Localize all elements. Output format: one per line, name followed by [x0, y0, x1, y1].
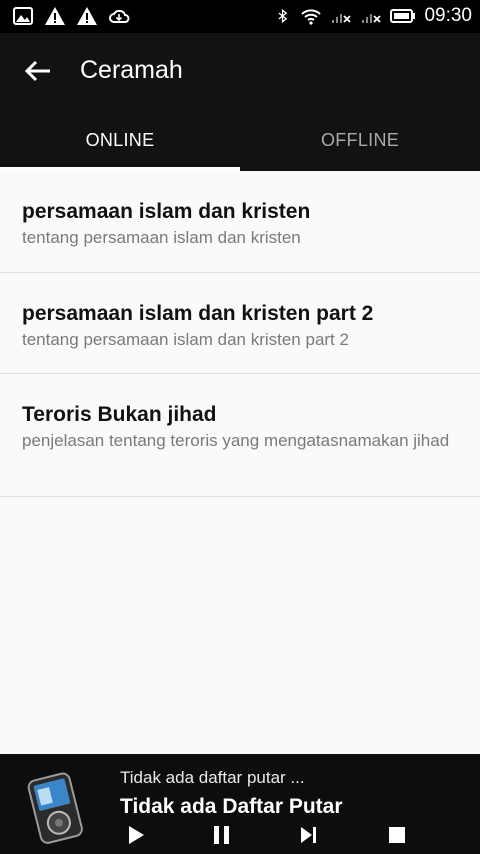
tab-offline[interactable]: OFFLINE	[240, 109, 480, 171]
item-subtitle: tentang persamaan islam dan kristen part…	[22, 330, 349, 349]
play-icon	[129, 826, 144, 844]
stop-icon	[389, 827, 405, 843]
media-player-icon[interactable]	[20, 768, 92, 846]
page-title: Ceramah	[80, 56, 183, 84]
item-subtitle: penjelasan tentang teroris yang mengatas…	[22, 431, 450, 450]
warning-icon	[77, 7, 97, 25]
wifi-icon	[301, 9, 322, 25]
mini-player: Tidak ada daftar putar ... Tidak ada Daf…	[0, 754, 480, 854]
cloud-icon	[109, 9, 130, 23]
stop-button[interactable]	[382, 820, 412, 850]
signal-1-icon	[332, 14, 352, 23]
list-item[interactable]: Teroris Bukan jihad penjelasan tentang t…	[0, 374, 480, 497]
item-subtitle: tentang persamaan islam dan kristen	[22, 228, 301, 247]
player-status-text: Tidak ada daftar putar ...	[120, 768, 305, 787]
lecture-list: persamaan islam dan kristen tentang pers…	[0, 171, 480, 497]
gallery-icon	[13, 7, 33, 25]
skip-next-icon	[301, 827, 316, 843]
tab-bar: ONLINE OFFLINE	[0, 109, 480, 171]
back-button[interactable]	[18, 53, 58, 89]
player-title: Tidak ada Daftar Putar	[120, 795, 343, 818]
item-title: persamaan islam dan kristen part 2	[22, 302, 374, 325]
list-item[interactable]: persamaan islam dan kristen part 2 tenta…	[0, 273, 480, 374]
app-toolbar: Ceramah	[0, 33, 480, 109]
arrow-left-icon	[24, 60, 50, 82]
play-button[interactable]	[121, 820, 151, 850]
item-title: persamaan islam dan kristen	[22, 200, 311, 223]
warning-icon	[45, 7, 65, 25]
tab-online[interactable]: ONLINE	[0, 109, 240, 171]
clock: 09:30	[424, 5, 472, 26]
pause-button[interactable]	[207, 820, 237, 850]
status-bar: 09:30	[0, 0, 480, 33]
bluetooth-icon	[278, 8, 288, 24]
signal-2-icon	[362, 14, 382, 23]
item-title: Teroris Bukan jihad	[22, 403, 217, 426]
skip-next-button[interactable]	[294, 820, 324, 850]
pause-icon	[214, 826, 229, 844]
battery-icon	[390, 9, 416, 23]
list-item[interactable]: persamaan islam dan kristen tentang pers…	[0, 171, 480, 273]
